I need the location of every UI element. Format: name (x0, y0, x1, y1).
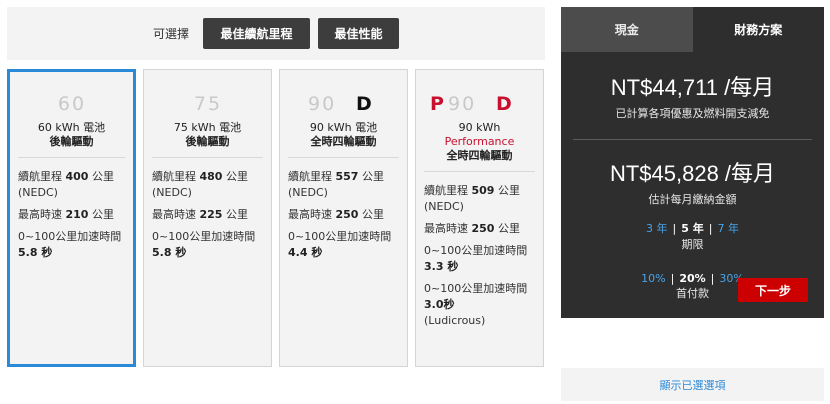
divider (152, 157, 263, 158)
monthly-payment: NT$45,828 /每月 (609, 161, 776, 186)
next-button[interactable]: 下一步 (738, 278, 808, 302)
filter-bar: 可選擇 最佳續航里程 最佳性能 (7, 7, 545, 60)
finance-panel: 現金 財務方案 NT$44,711 /每月 已計算各項優惠及燃料開支減免 NT$… (561, 7, 824, 318)
model-card-p90d[interactable]: P 90 D 90 kWh Performance 全時四輪驅動 續航里程 50… (415, 69, 544, 367)
model-badge-75: 75 (144, 70, 271, 112)
top-speed-spec: 最高時速 210 公里 (18, 208, 114, 221)
best-performance-button[interactable]: 最佳性能 (318, 18, 399, 49)
acceleration-spec: 0~100公里加速時間 5.8 秒 (152, 230, 256, 259)
downpayment-option-20[interactable]: 20% (679, 272, 705, 285)
svg-text:P: P (430, 94, 444, 112)
svg-text:90: 90 (448, 94, 476, 112)
model-badge-60: 60 (10, 72, 133, 112)
drive-label: 後輪驅動 (185, 135, 230, 148)
drive-label: 全時四輪驅動 (310, 135, 377, 148)
divider (18, 157, 125, 158)
divider (288, 157, 399, 158)
battery-label: 75 kWh 電池 (173, 121, 242, 134)
battery-label: 90 kWh 電池 (309, 121, 378, 134)
range-spec: 續航里程 557 公里 (NEDC) (288, 170, 384, 199)
filter-label: 可選擇 (152, 27, 189, 41)
top-speed-spec: 最高時速 250 公里 (288, 208, 384, 221)
payment-tabs: 現金 財務方案 (561, 7, 824, 52)
model-badge-p90d: P 90 D (416, 70, 543, 112)
model-card-90d[interactable]: 90 D 90 kWh 電池 全時四輪驅動 續航里程 557 公里 (NEDC)… (279, 69, 408, 367)
drive-label: 後輪驅動 (49, 135, 94, 148)
price-after-savings: NT$44,711 /每月 已計算各項優惠及燃料開支減免 (561, 70, 824, 121)
estimated-payment-note: 估計每月繳納金額 (648, 193, 737, 206)
acceleration-spec: 0~100公里加速時間 4.4 秒 (288, 230, 392, 259)
downpayment-option-10[interactable]: 10% (641, 272, 665, 285)
badge-number: 90 (308, 94, 336, 112)
svg-text:75: 75 (193, 94, 221, 112)
term-option-3[interactable]: 3 年 (646, 222, 668, 235)
model-card-60[interactable]: 60 60 kWh 電池 後輪驅動 續航里程 400 公里 (NEDC) 最高時… (7, 69, 136, 367)
top-speed-spec: 最高時速 250 公里 (424, 222, 520, 235)
drive-label: 全時四輪驅動 (446, 149, 513, 162)
term-option-7[interactable]: 7 年 (717, 222, 739, 235)
ludicrous-acceleration-spec: 0~100公里加速時間3.0秒 (Ludicrous) (424, 282, 528, 327)
svg-text:D: D (496, 94, 512, 112)
panel-divider (573, 139, 812, 140)
svg-text:D: D (356, 94, 372, 112)
range-spec: 續航里程 480 公里 (NEDC) (152, 170, 248, 199)
monthly-price-after-savings: NT$44,711 /每月 (610, 75, 775, 100)
tab-cash[interactable]: 現金 (561, 7, 693, 52)
range-spec: 續航里程 400 公里 (NEDC) (18, 170, 114, 199)
acceleration-spec: 0~100公里加速時間 3.3 秒 (424, 244, 528, 273)
performance-label: Performance (444, 135, 515, 148)
acceleration-spec: 0~100公里加速時間 5.8 秒 (18, 230, 122, 259)
best-range-button[interactable]: 最佳續航里程 (203, 18, 310, 49)
term-caption: 期限 (681, 238, 704, 251)
model-card-75[interactable]: 75 75 kWh 電池 後輪驅動 續航里程 480 公里 (NEDC) 最高時… (143, 69, 272, 367)
show-selected-options-link[interactable]: 顯示已選選項 (561, 368, 824, 401)
svg-text:60: 60 (57, 94, 85, 112)
model-badge-90d: 90 D (280, 70, 407, 112)
tab-finance[interactable]: 財務方案 (692, 7, 824, 52)
range-spec: 續航里程 509 公里 (NEDC) (424, 184, 520, 213)
battery-label: 60 kWh 電池 (37, 121, 106, 134)
term-option-5[interactable]: 5 年 (681, 222, 703, 235)
savings-note: 已計算各項優惠及燃料開支減免 (615, 107, 770, 120)
estimated-payment: NT$45,828 /每月 估計每月繳納金額 (561, 156, 824, 207)
term-selector: 3 年 | 5 年 | 7 年 (646, 222, 739, 235)
battery-label: 90 kWh (458, 121, 501, 134)
divider (424, 171, 535, 172)
top-speed-spec: 最高時速 225 公里 (152, 208, 248, 221)
